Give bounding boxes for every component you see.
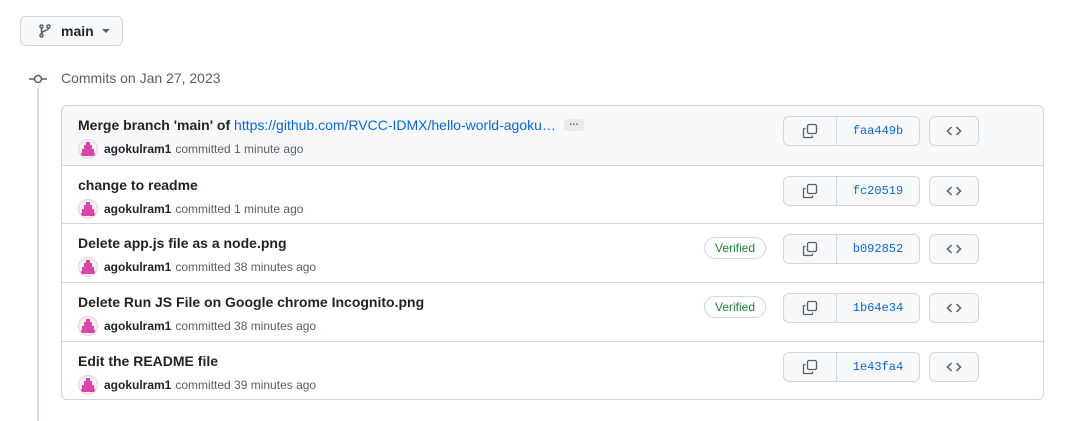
commit-actions: b092852 [783,234,979,264]
commit-sha-link[interactable]: fc20519 [837,176,920,206]
commit-message[interactable]: Merge branch 'main' of https://github.co… [78,117,584,133]
commit-author[interactable]: agokulram1 [104,202,171,216]
chevron-down-icon [101,29,110,33]
commit-sha-link[interactable]: faa449b [837,116,920,146]
commit-meta: agokulram1 committed 38 minutes ago [78,257,316,277]
commit-time: committed 1 minute ago [175,202,304,216]
git-branch-icon [37,23,53,39]
avatar[interactable] [78,257,98,277]
verified-badge[interactable]: Verified [704,237,767,259]
code-icon [946,244,962,254]
commit-row: change to readme agokulram1 committed 1 … [62,165,1043,223]
commit-time: committed 38 minutes ago [175,319,317,333]
code-icon [946,186,962,196]
commit-actions: fc20519 [783,176,979,206]
commit-time: committed 38 minutes ago [175,260,317,274]
commit-author[interactable]: agokulram1 [104,378,171,392]
commit-row: Delete Run JS File on Google chrome Inco… [62,282,1043,341]
avatar[interactable] [78,375,98,395]
avatar[interactable] [78,139,98,159]
browse-repo-button[interactable] [929,234,979,264]
git-commit-icon [29,72,47,86]
commit-meta: agokulram1 committed 1 minute ago [78,139,303,159]
code-icon [946,303,962,313]
copy-sha-button[interactable] [783,352,837,382]
commit-row: Edit the README file agokulram1 committe… [62,341,1043,399]
timeline-line [37,88,39,421]
commit-message[interactable]: change to readme [78,177,198,193]
commit-author[interactable]: agokulram1 [104,260,171,274]
commit-actions: 1e43fa4 [783,352,979,382]
browse-repo-button[interactable] [929,116,979,146]
commit-author[interactable]: agokulram1 [104,319,171,333]
commit-message-link[interactable]: https://github.com/RVCC-IDMX/hello-world… [234,117,556,133]
copy-sha-button[interactable] [783,293,837,323]
code-icon [946,126,962,136]
commit-sha-link[interactable]: b092852 [837,234,920,264]
commit-list: Merge branch 'main' of https://github.co… [61,105,1044,400]
commit-message[interactable]: Delete app.js file as a node.png [78,235,287,251]
expand-message-button[interactable]: … [563,118,584,132]
commit-group-title: Commits on Jan 27, 2023 [61,70,221,86]
copy-icon [802,359,818,375]
commit-row: Merge branch 'main' of https://github.co… [62,106,1043,165]
commit-meta: agokulram1 committed 39 minutes ago [78,375,316,395]
browse-repo-button[interactable] [929,352,979,382]
branch-name: main [61,23,94,39]
commit-time: committed 1 minute ago [175,142,304,156]
avatar[interactable] [78,316,98,336]
commit-time: committed 39 minutes ago [175,378,317,392]
commit-message[interactable]: Delete Run JS File on Google chrome Inco… [78,294,424,310]
browse-repo-button[interactable] [929,293,979,323]
commit-meta: agokulram1 committed 1 minute ago [78,199,303,219]
code-icon [946,362,962,372]
commit-sha-link[interactable]: 1e43fa4 [837,352,920,382]
commit-message[interactable]: Edit the README file [78,353,218,369]
browse-repo-button[interactable] [929,176,979,206]
commit-row: Delete app.js file as a node.png agokulr… [62,223,1043,282]
commit-actions: 1b64e34 [783,293,979,323]
copy-sha-button[interactable] [783,176,837,206]
copy-icon [802,241,818,257]
commit-sha-link[interactable]: 1b64e34 [837,293,920,323]
copy-icon [802,183,818,199]
commit-meta: agokulram1 committed 38 minutes ago [78,316,316,336]
avatar[interactable] [78,199,98,219]
verified-badge[interactable]: Verified [704,296,767,318]
copy-sha-button[interactable] [783,234,837,264]
commit-author[interactable]: agokulram1 [104,142,171,156]
commit-actions: faa449b [783,116,979,146]
copy-sha-button[interactable] [783,116,837,146]
branch-select-button[interactable]: main [20,16,123,46]
copy-icon [802,123,818,139]
copy-icon [802,300,818,316]
